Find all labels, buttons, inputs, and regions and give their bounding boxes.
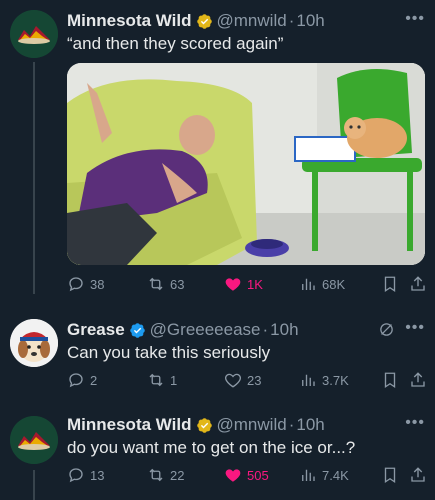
like-count: 23 [247,372,262,388]
views-icon [302,278,315,290]
reply-icon [69,277,83,292]
timestamp[interactable]: 10h [296,415,324,435]
heart-icon [225,278,241,291]
like-button[interactable]: 1K [224,275,299,293]
retweet-button[interactable]: 22 [147,466,224,484]
avatar-grease[interactable] [10,319,58,367]
avatar-minnesota-wild[interactable] [10,10,58,58]
tweet-1-actions: 38 63 1K 68K [67,273,427,295]
view-count: 7.4K [322,467,349,483]
author-name[interactable]: Grease [67,320,125,340]
tweet-3-actions: 13 22 505 7.4K [67,464,427,486]
bookmark-button[interactable] [381,371,409,389]
verified-gold-icon [196,13,212,29]
wild-logo [10,10,58,58]
separator: · [262,320,269,339]
tweet-media-image[interactable] [67,63,425,265]
separator: · [288,415,295,434]
reply-count: 38 [90,276,105,292]
like-count: 505 [247,467,269,483]
thread-line-bottom [33,470,35,500]
verified-gold-icon [196,417,212,433]
author-name[interactable]: Minnesota Wild [67,11,192,31]
share-button[interactable] [409,371,427,389]
separator: · [288,11,295,30]
retweet-button[interactable]: 1 [147,371,224,389]
view-count: 68K [322,276,346,292]
tweet-text: Can you take this seriously [67,343,271,362]
retweet-count: 22 [170,467,185,483]
wild-logo [10,416,58,464]
retweet-icon [149,468,163,482]
tweet-2-actions: 2 1 23 3.7K [67,369,427,391]
author-handle[interactable]: @mnwild [217,11,287,31]
bookmark-icon [384,372,396,389]
share-button[interactable] [409,466,427,484]
like-button[interactable]: 505 [224,466,299,484]
share-icon [411,276,425,291]
views-button[interactable]: 3.7K [299,371,381,389]
views-button[interactable]: 7.4K [299,466,381,484]
bookmark-icon [384,276,396,293]
tweet-text: do you want me to get on the ice or...? [67,438,356,457]
more-icon[interactable]: ••• [405,319,425,337]
views-icon [302,469,315,481]
reply-button[interactable]: 2 [67,371,147,389]
bookmark-button[interactable] [381,466,409,484]
share-icon [411,372,425,387]
more-icon[interactable]: ••• [405,10,425,28]
meme-photo [67,63,425,265]
view-count: 3.7K [322,372,349,388]
bookmark-icon [384,467,396,484]
author-handle[interactable]: @mnwild [217,415,287,435]
retweet-count: 63 [170,276,185,292]
like-button[interactable]: 23 [224,371,299,389]
reply-count: 2 [90,372,98,388]
grok-icon[interactable] [378,321,395,338]
retweet-icon [149,277,163,291]
author-name[interactable]: Minnesota Wild [67,415,192,435]
more-icon[interactable]: ••• [405,414,425,432]
heart-icon [225,469,241,482]
timestamp[interactable]: 10h [270,320,298,340]
reply-button[interactable]: 38 [67,275,147,293]
tweet-3[interactable]: Minnesota Wild @mnwild · 10h ••• do you … [67,414,435,459]
reply-icon [69,373,83,388]
author-handle[interactable]: @Greeeeease [150,320,261,340]
views-icon [302,374,315,386]
reply-button[interactable]: 13 [67,466,147,484]
retweet-icon [149,373,163,387]
dog-avatar [10,319,58,367]
bookmark-button[interactable] [381,275,409,293]
views-button[interactable]: 68K [299,275,381,293]
avatar-minnesota-wild[interactable] [10,416,58,464]
heart-icon [225,373,241,388]
timestamp[interactable]: 10h [296,11,324,31]
retweet-count: 1 [170,372,178,388]
reply-count: 13 [90,467,105,483]
tweet-2[interactable]: Grease @Greeeeease · 10h ••• Can you tak… [67,319,435,364]
thread-line-top [33,62,35,294]
retweet-button[interactable]: 63 [147,275,224,293]
share-icon [411,467,425,482]
tweet-1[interactable]: Minnesota Wild @mnwild · 10h ••• “and th… [67,10,435,55]
like-count: 1K [247,276,263,292]
reply-icon [69,468,83,483]
tweet-text: “and then they scored again” [67,34,284,53]
verified-blue-icon [129,322,145,338]
share-button[interactable] [409,275,427,293]
